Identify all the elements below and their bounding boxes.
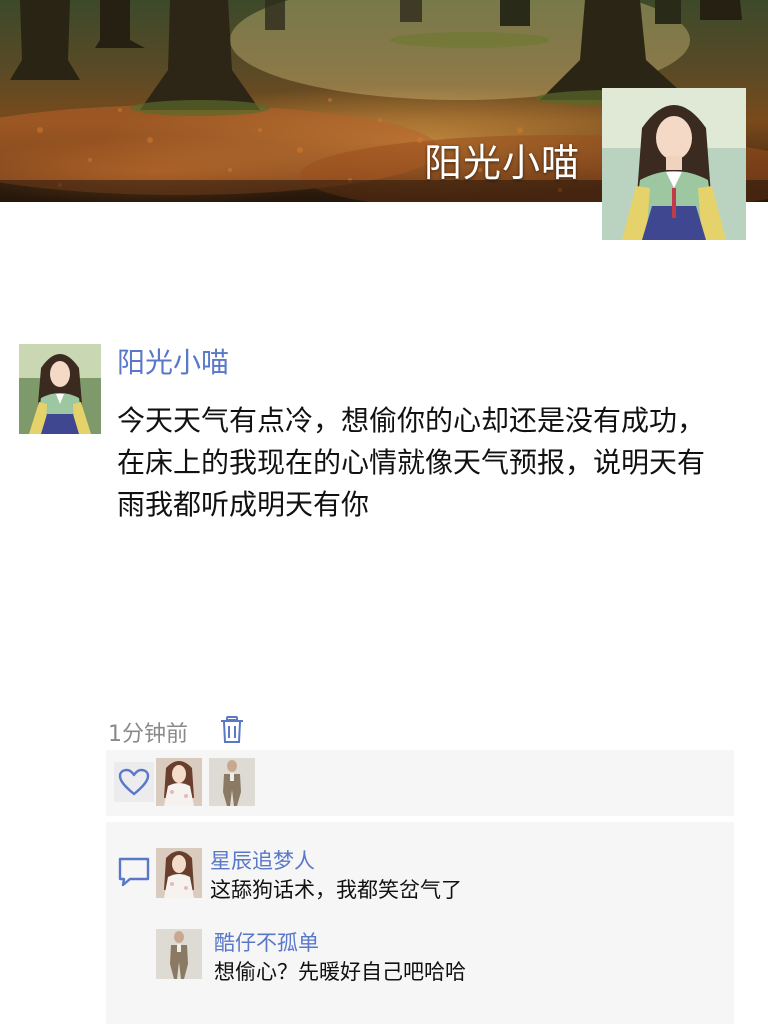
profile-avatar[interactable] — [602, 88, 746, 240]
avatar-man-suit-image — [156, 929, 202, 979]
comment-icon — [118, 857, 150, 887]
delete-post-button[interactable] — [218, 715, 246, 745]
post-content-text: 今天天气有点冷，想偷你的心却还是没有成功，在床上的我现在的心情就像天气预报，说明… — [117, 404, 706, 521]
comment-user-avatar[interactable] — [156, 848, 202, 898]
avatar-man-suit-image — [209, 758, 255, 806]
cover-user-name: 阳光小喵 — [423, 141, 580, 185]
comment-author-name[interactable]: 酷仔不孤单 — [214, 927, 319, 957]
like-user-avatar[interactable] — [156, 758, 202, 806]
post-timestamp: 1分钟前 — [108, 722, 188, 747]
post-author-name[interactable]: 阳光小喵 — [117, 341, 229, 381]
post-author-avatar[interactable] — [19, 344, 101, 434]
like-user-avatar[interactable] — [209, 758, 255, 806]
avatar-hanbok-girl-image — [19, 344, 101, 434]
comment-text: 想偷心？先暖好自己吧哈哈 — [214, 960, 466, 984]
comment-text: 这舔狗话术，我都笑岔气了 — [210, 878, 462, 902]
avatar-girl-white-dress-image — [156, 758, 202, 806]
comment-button[interactable] — [112, 850, 156, 894]
comment-user-avatar[interactable] — [156, 929, 202, 979]
avatar-hanbok-girl-image — [602, 88, 746, 240]
trash-icon — [221, 716, 243, 743]
avatar-girl-white-dress-image — [156, 848, 202, 898]
like-button[interactable] — [114, 762, 154, 802]
comment-author-name[interactable]: 星辰追梦人 — [210, 845, 315, 875]
heart-icon — [118, 768, 150, 796]
